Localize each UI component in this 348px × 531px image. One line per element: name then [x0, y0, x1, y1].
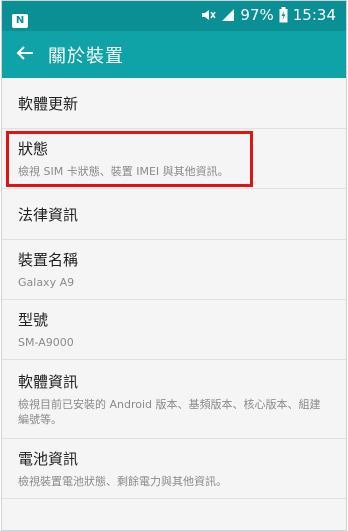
- settings-item-battery-info[interactable]: 電池資訊 檢視裝置電池狀態、剩餘電力與其他資訊。: [2, 439, 346, 499]
- item-subtitle: SM-A9000: [18, 336, 74, 349]
- signal-icon: [221, 8, 235, 22]
- status-bar-right: 97% 15:34: [200, 6, 336, 24]
- page-title: 關於裝置: [48, 45, 124, 67]
- item-subtitle: Galaxy A9: [18, 276, 75, 289]
- settings-item-status[interactable]: 狀態 檢視 SIM 卡狀態、裝置 IMEI 與其他資訊。: [2, 129, 346, 189]
- settings-list: 軟體更新 狀態 檢視 SIM 卡狀態、裝置 IMEI 與其他資訊。 法律資訊 裝…: [2, 78, 346, 499]
- item-title: 軟體資訊: [18, 373, 79, 391]
- item-title: 軟體更新: [18, 94, 79, 113]
- mute-icon: [200, 8, 217, 22]
- settings-item-device-name[interactable]: 裝置名稱 Galaxy A9: [2, 240, 346, 300]
- item-title: 狀態: [18, 140, 49, 158]
- back-arrow-icon: [16, 45, 34, 65]
- item-title: 電池資訊: [18, 450, 79, 468]
- settings-item-legal-info[interactable]: 法律資訊: [2, 189, 346, 240]
- battery-charging-icon: [279, 7, 288, 23]
- screen-frame: N 97% 15:34 關於裝置 軟體更新 狀態 檢視 SIM 卡狀態、裝置 I…: [1, 0, 347, 531]
- notification-app-icon: N: [12, 14, 28, 28]
- back-button[interactable]: [2, 31, 48, 78]
- item-title: 裝置名稱: [18, 251, 79, 269]
- item-title: 法律資訊: [18, 205, 79, 224]
- settings-item-software-update[interactable]: 軟體更新: [2, 78, 346, 129]
- battery-percent: 97%: [240, 6, 274, 24]
- app-bar: 關於裝置: [2, 31, 346, 78]
- status-bar-left: N: [12, 8, 28, 28]
- item-subtitle: 檢視裝置電池狀態、剩餘電力與其他資訊。: [18, 475, 227, 488]
- item-title: 型號: [18, 311, 49, 329]
- status-bar: N 97% 15:34: [2, 1, 346, 31]
- settings-item-model[interactable]: 型號 SM-A9000: [2, 300, 346, 360]
- item-subtitle: 檢視 SIM 卡狀態、裝置 IMEI 與其他資訊。: [18, 165, 229, 178]
- settings-item-software-info[interactable]: 軟體資訊 檢視目前已安裝的 Android 版本、基頻版本、核心版本、組建編號等…: [2, 360, 346, 439]
- clock: 15:34: [292, 6, 336, 24]
- item-subtitle: 檢視目前已安裝的 Android 版本、基頻版本、核心版本、組建編號等。: [18, 398, 321, 426]
